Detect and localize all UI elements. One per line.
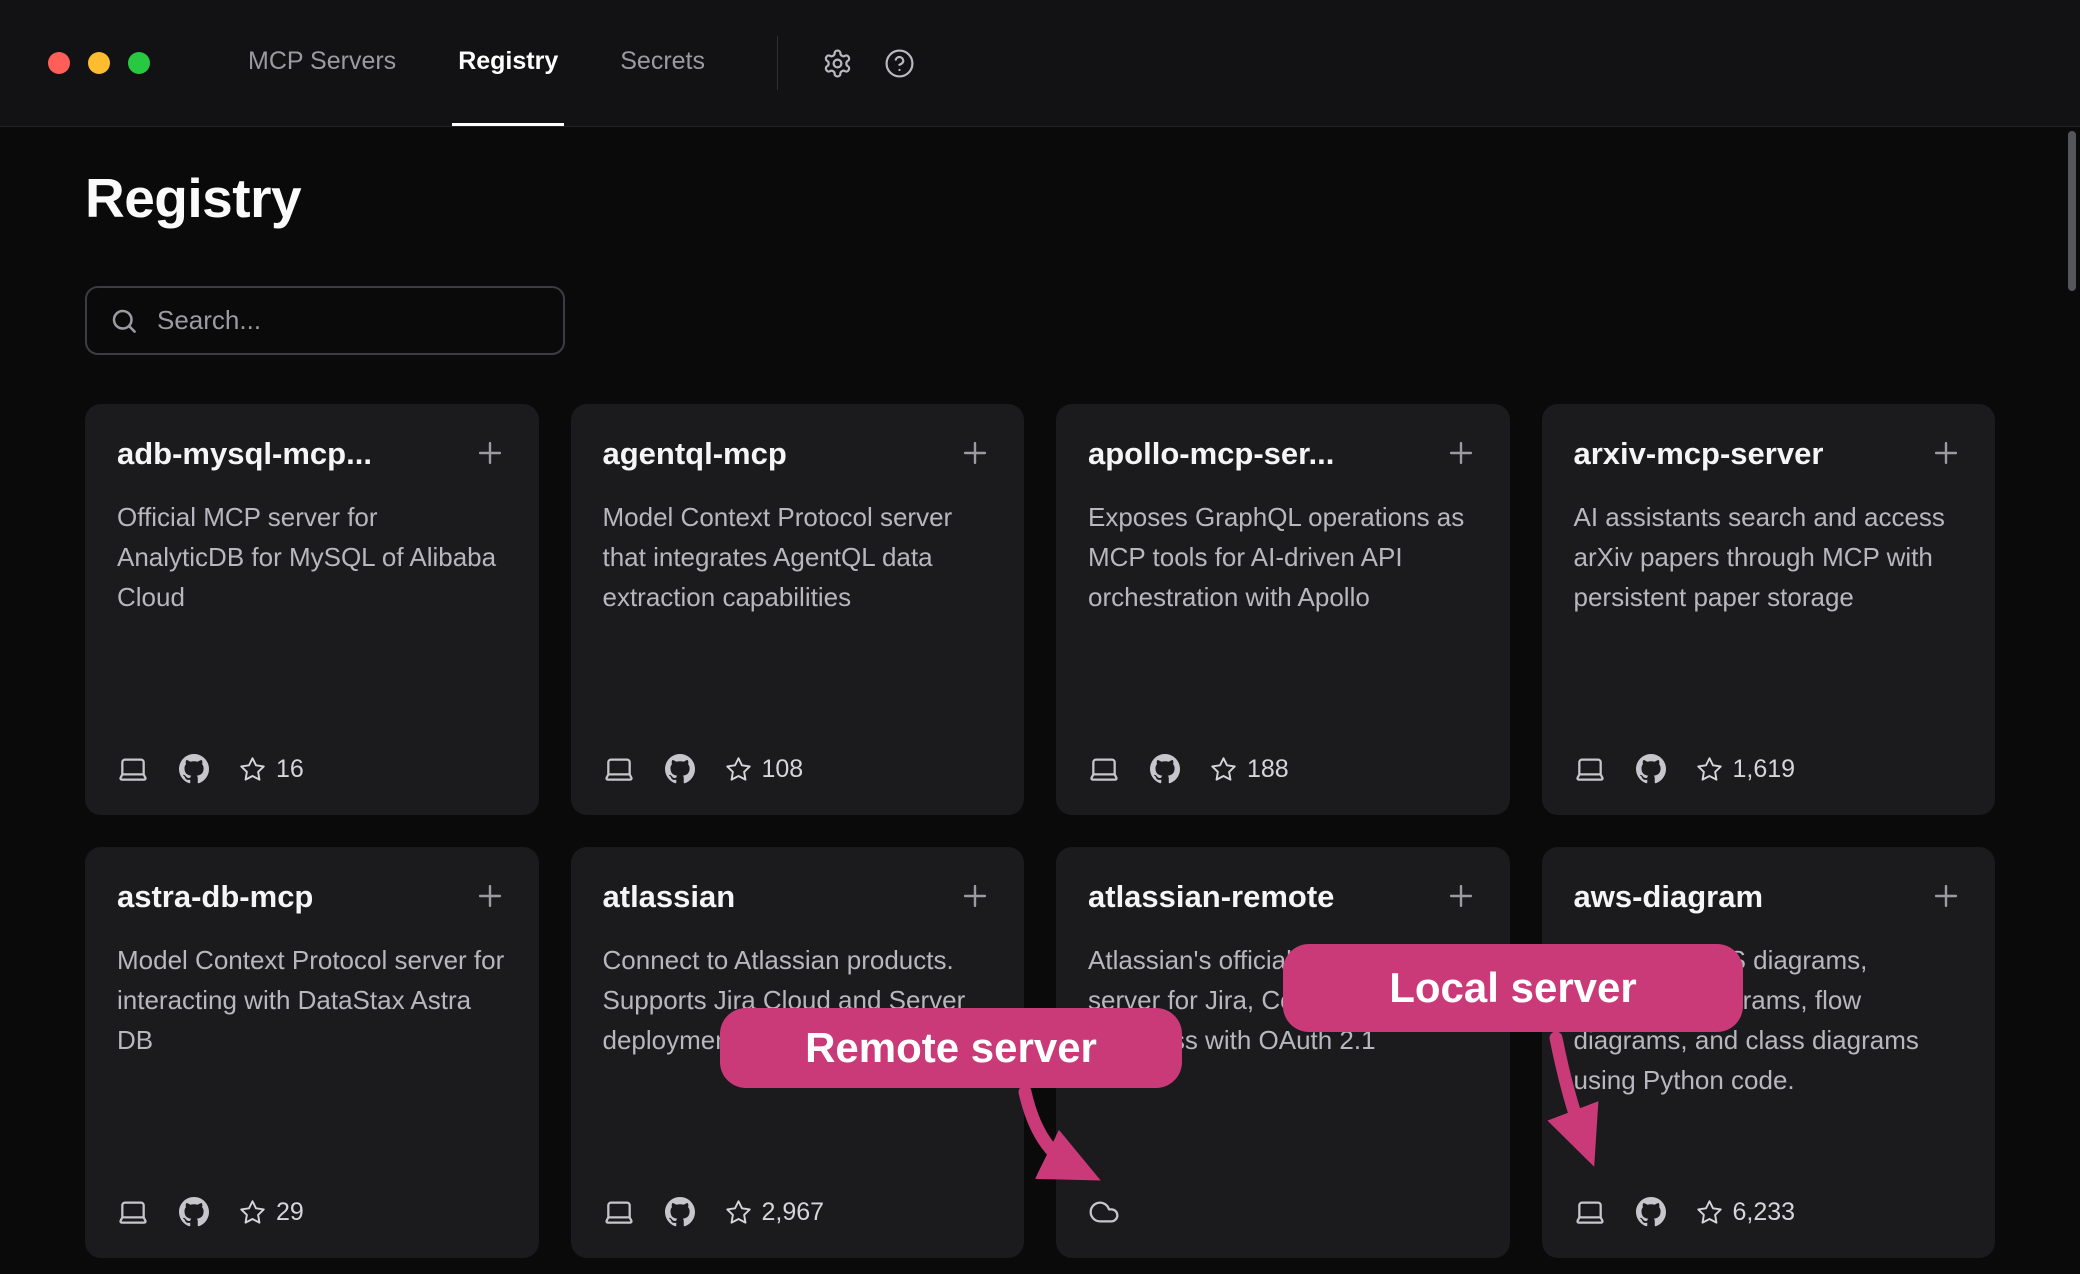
- server-description: Atlassian's official remote MCP server f…: [1088, 940, 1478, 1060]
- star-count-value: 16: [276, 755, 304, 784]
- server-description: Model Context Protocol server that integ…: [603, 497, 993, 617]
- add-server-button[interactable]: [1929, 436, 1963, 473]
- server-card-adb-mysql-mcp: adb-mysql-mcp... Official MCP server for…: [85, 404, 539, 815]
- maximize-button[interactable]: [128, 52, 150, 74]
- add-server-button[interactable]: [1929, 879, 1963, 916]
- server-card-agentql-mcp: agentql-mcp Model Context Protocol serve…: [571, 404, 1025, 815]
- star-count-value: 188: [1247, 755, 1289, 784]
- github-icon[interactable]: [179, 754, 209, 784]
- search-icon: [109, 306, 139, 336]
- close-button[interactable]: [48, 52, 70, 74]
- star-count: 108: [725, 755, 804, 784]
- cloud-icon: [1088, 1196, 1120, 1228]
- laptop-icon: [603, 753, 635, 785]
- help-button[interactable]: [868, 32, 930, 94]
- star-icon: [239, 756, 266, 783]
- server-description: Exposes GraphQL operations as MCP tools …: [1088, 497, 1478, 617]
- server-grid: adb-mysql-mcp... Official MCP server for…: [85, 404, 1995, 1258]
- star-count-value: 6,233: [1733, 1198, 1796, 1227]
- registry-page: Registry adb-mysql-mcp... Official MCP s…: [0, 166, 2080, 1258]
- star-icon: [1696, 1199, 1723, 1226]
- github-icon[interactable]: [1636, 754, 1666, 784]
- star-count-value: 108: [762, 755, 804, 784]
- server-name: agentql-mcp: [603, 436, 787, 472]
- star-icon: [1210, 756, 1237, 783]
- server-card-aws-diagram: aws-diagram Generate AWS diagrams, seque…: [1542, 847, 1996, 1258]
- search-box[interactable]: [85, 286, 565, 355]
- star-count-value: 2,967: [762, 1198, 825, 1227]
- search-input[interactable]: [155, 304, 541, 337]
- laptop-icon: [1574, 753, 1606, 785]
- server-card-arxiv-mcp-server: arxiv-mcp-server AI assistants search an…: [1542, 404, 1996, 815]
- gear-icon: [822, 48, 853, 79]
- server-name: arxiv-mcp-server: [1574, 436, 1824, 472]
- add-server-button[interactable]: [473, 879, 507, 916]
- server-description: Connect to Atlassian products. Supports …: [603, 940, 993, 1060]
- plus-icon: [473, 436, 507, 470]
- server-card-apollo-mcp-server: apollo-mcp-ser... Exposes GraphQL operat…: [1056, 404, 1510, 815]
- server-description: AI assistants search and access arXiv pa…: [1574, 497, 1964, 617]
- server-name: apollo-mcp-ser...: [1088, 436, 1334, 472]
- star-count-value: 1,619: [1733, 755, 1796, 784]
- github-icon[interactable]: [1636, 1197, 1666, 1227]
- github-icon[interactable]: [665, 754, 695, 784]
- plus-icon: [1929, 879, 1963, 913]
- server-name: astra-db-mcp: [117, 879, 313, 915]
- laptop-icon: [1574, 1196, 1606, 1228]
- server-name: aws-diagram: [1574, 879, 1764, 915]
- plus-icon: [1444, 436, 1478, 470]
- topbar-divider: [777, 36, 778, 90]
- star-icon: [239, 1199, 266, 1226]
- star-icon: [1696, 756, 1723, 783]
- star-icon: [725, 756, 752, 783]
- star-count: 16: [239, 755, 304, 784]
- server-description: Model Context Protocol server for intera…: [117, 940, 507, 1060]
- titlebar: MCP Servers Registry Secrets: [0, 0, 2080, 127]
- help-icon: [884, 48, 915, 79]
- tab-registry[interactable]: Registry: [452, 0, 564, 126]
- settings-button[interactable]: [806, 32, 868, 94]
- tab-secrets[interactable]: Secrets: [614, 0, 711, 126]
- laptop-icon: [117, 1196, 149, 1228]
- add-server-button[interactable]: [1444, 879, 1478, 916]
- server-description: Official MCP server for AnalyticDB for M…: [117, 497, 507, 617]
- star-count: 2,967: [725, 1198, 825, 1227]
- add-server-button[interactable]: [473, 436, 507, 473]
- plus-icon: [1929, 436, 1963, 470]
- server-card-atlassian-remote: atlassian-remote Atlassian's official re…: [1056, 847, 1510, 1258]
- tab-mcp-servers[interactable]: MCP Servers: [242, 0, 402, 126]
- github-icon[interactable]: [179, 1197, 209, 1227]
- main-tabs: MCP Servers Registry Secrets: [242, 0, 711, 126]
- github-icon[interactable]: [1150, 754, 1180, 784]
- star-count-value: 29: [276, 1198, 304, 1227]
- add-server-button[interactable]: [1444, 436, 1478, 473]
- plus-icon: [958, 436, 992, 470]
- star-count: 29: [239, 1198, 304, 1227]
- server-name: adb-mysql-mcp...: [117, 436, 372, 472]
- star-count: 6,233: [1696, 1198, 1796, 1227]
- star-count: 1,619: [1696, 755, 1796, 784]
- scrollbar-thumb[interactable]: [2068, 131, 2076, 291]
- server-name: atlassian: [603, 879, 736, 915]
- plus-icon: [473, 879, 507, 913]
- window-controls: [0, 0, 242, 126]
- laptop-icon: [1088, 753, 1120, 785]
- laptop-icon: [117, 753, 149, 785]
- star-icon: [725, 1199, 752, 1226]
- laptop-icon: [603, 1196, 635, 1228]
- github-icon[interactable]: [665, 1197, 695, 1227]
- server-card-atlassian: atlassian Connect to Atlassian products.…: [571, 847, 1025, 1258]
- server-description: Generate AWS diagrams, sequence diagrams…: [1574, 940, 1964, 1100]
- server-card-astra-db-mcp: astra-db-mcp Model Context Protocol serv…: [85, 847, 539, 1258]
- minimize-button[interactable]: [88, 52, 110, 74]
- page-title: Registry: [85, 166, 1995, 230]
- add-server-button[interactable]: [958, 436, 992, 473]
- plus-icon: [1444, 879, 1478, 913]
- star-count: 188: [1210, 755, 1289, 784]
- server-name: atlassian-remote: [1088, 879, 1334, 915]
- plus-icon: [958, 879, 992, 913]
- add-server-button[interactable]: [958, 879, 992, 916]
